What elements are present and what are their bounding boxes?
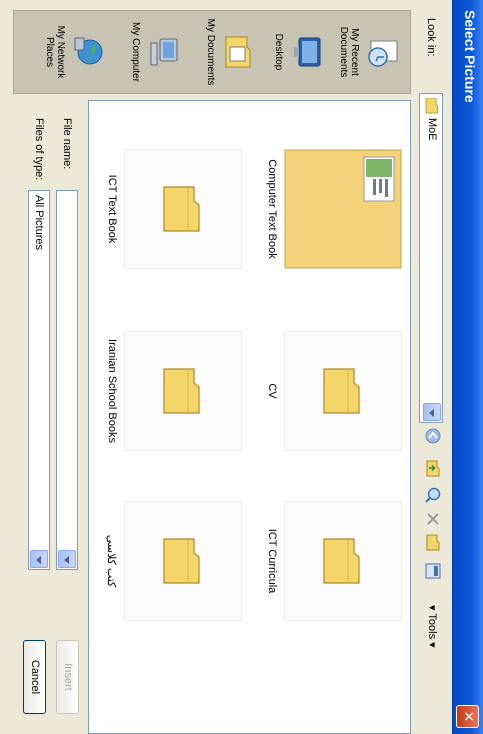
network-places-icon: [74, 37, 103, 65]
place-label: My Network: [55, 25, 66, 79]
file-name-field[interactable]: [56, 190, 78, 570]
place-label: My Documents: [205, 18, 216, 86]
place-label: Desktop: [273, 33, 284, 71]
new-folder-icon[interactable]: [424, 534, 442, 552]
place-desktop[interactable]: Desktop: [273, 11, 328, 93]
folder-icon: [425, 98, 438, 114]
recent-documents-icon: [368, 40, 398, 67]
insert-label: Insert: [62, 663, 74, 691]
place-my-documents[interactable]: My Documents: [205, 11, 260, 93]
folder-icon: [163, 186, 200, 232]
place-my-network-places[interactable]: My Network Places: [44, 11, 110, 93]
chevron-down-icon[interactable]: [58, 550, 76, 568]
views-icon[interactable]: [424, 562, 442, 580]
cancel-button[interactable]: Cancel: [23, 640, 46, 714]
file-list[interactable]: Computer Text Book CV ICT Curricula ICT …: [88, 100, 411, 734]
folder-tile[interactable]: Iranian School Books: [106, 331, 242, 451]
open-folder-preview-icon: [284, 149, 402, 269]
folder-icon: [323, 368, 360, 414]
search-web-icon[interactable]: [424, 486, 442, 504]
insert-button[interactable]: Insert: [56, 640, 79, 714]
cancel-label: Cancel: [29, 659, 41, 695]
file-type-select[interactable]: All Pictures: [28, 190, 50, 570]
select-picture-dialog: Select Picture ✕ Look in: MoE ▾ Tools ▾ …: [0, 0, 483, 734]
folder-tile[interactable]: CV: [266, 331, 402, 451]
look-in-value: MoE: [426, 118, 438, 141]
close-icon: ✕: [460, 710, 476, 723]
folder-label: ICT Curricula: [266, 528, 278, 594]
up-folder-icon[interactable]: [424, 460, 442, 478]
folder-label: کتب کلاسی: [105, 534, 117, 588]
look-in-dropdown[interactable]: MoE: [419, 93, 443, 423]
folder-label: Computer Text Book: [266, 159, 278, 259]
folder-icon: [163, 368, 200, 414]
back-icon[interactable]: [424, 427, 442, 445]
delete-icon[interactable]: [424, 510, 442, 528]
place-label: My Recent: [349, 28, 360, 76]
places-bar: My Recent Documents Desktop My Documents…: [13, 10, 411, 94]
close-button[interactable]: ✕: [456, 705, 479, 728]
place-label: Documents: [338, 26, 349, 78]
file-type-label: Files of type:: [33, 118, 45, 181]
folder-tile[interactable]: Computer Text Book: [266, 149, 402, 269]
folder-icon: [163, 538, 200, 584]
folder-label: CV: [266, 383, 278, 399]
place-my-computer[interactable]: My Computer: [130, 11, 185, 93]
place-label: My Computer: [130, 21, 141, 82]
place-my-recent-documents[interactable]: My Recent Documents: [338, 11, 404, 93]
folder-icon: [323, 538, 360, 584]
look-in-label: Look in:: [425, 18, 437, 57]
folder-label: Iranian School Books: [106, 339, 118, 443]
tools-menu[interactable]: ▾ Tools ▾: [426, 605, 439, 648]
file-name-label: File name:: [61, 118, 73, 170]
window-title: Select Picture: [462, 10, 478, 103]
file-type-value: All Pictures: [33, 195, 45, 251]
place-label: Places: [44, 36, 55, 67]
my-computer-icon: [150, 38, 178, 66]
folder-tile[interactable]: کتب کلاسی: [105, 501, 242, 621]
tools-label: Tools: [426, 613, 438, 640]
desktop-icon: [294, 37, 321, 67]
chevron-down-icon[interactable]: [30, 550, 48, 568]
folder-label: ICT Text Book: [106, 174, 118, 244]
chevron-down-icon[interactable]: [423, 403, 441, 421]
folder-tile[interactable]: ICT Text Book: [106, 149, 242, 269]
title-bar[interactable]: Select Picture ✕: [452, 0, 483, 734]
folder-tile[interactable]: ICT Curricula: [266, 501, 402, 621]
my-documents-icon: [225, 36, 251, 68]
